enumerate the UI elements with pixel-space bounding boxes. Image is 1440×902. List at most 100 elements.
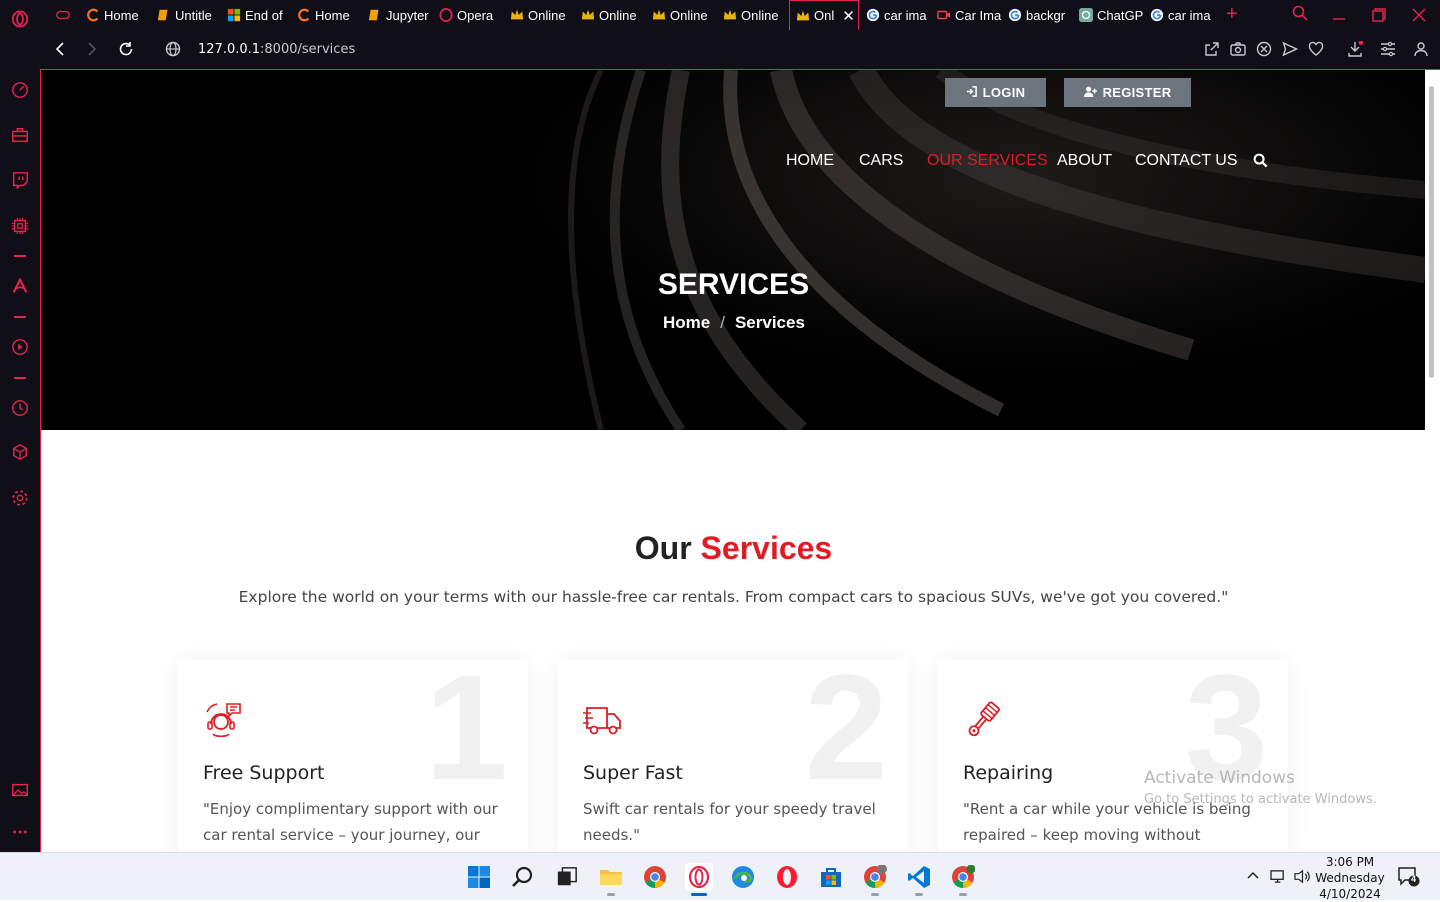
card-title: Free Support: [203, 762, 325, 784]
tab[interactable]: Online: [646, 0, 717, 30]
network-icon[interactable]: [1270, 869, 1287, 887]
url-field[interactable]: 127.0.0.1:8000/services: [198, 42, 355, 57]
tab[interactable]: car ima: [860, 0, 931, 30]
file-explorer-app[interactable]: [597, 863, 625, 896]
share-icon[interactable]: [1204, 41, 1220, 57]
login-button[interactable]: LOGIN: [945, 78, 1046, 107]
hero-banner: LOGIN REGISTER HOME CARS OUR SERVICES AB…: [41, 70, 1425, 430]
aria-icon[interactable]: [10, 276, 30, 296]
search-icon[interactable]: [1253, 153, 1269, 169]
forward-button[interactable]: [84, 41, 100, 61]
vscode-app[interactable]: [905, 863, 933, 896]
tab[interactable]: Jupyter: [362, 0, 433, 30]
twitch-icon[interactable]: [10, 170, 30, 190]
watermark-text: Go to Settings to activate Windows.: [1144, 792, 1377, 807]
gallery-icon[interactable]: [10, 780, 30, 800]
hero-background-image: [41, 70, 1425, 430]
vscode-icon: [908, 866, 930, 888]
reload-button[interactable]: [118, 41, 134, 61]
search-button[interactable]: [509, 863, 537, 891]
close-window-button[interactable]: [1412, 8, 1426, 27]
heading-plain: Our: [634, 530, 692, 566]
nav-contact-us[interactable]: CONTACT US: [1135, 152, 1238, 170]
extensions-icon[interactable]: [10, 442, 30, 462]
profile-icon[interactable]: [1413, 41, 1429, 57]
opera-app[interactable]: [773, 863, 801, 891]
scrollbar-thumb[interactable]: [1429, 86, 1434, 378]
service-card: 3 Repairing "Rent a car while your vehic…: [938, 660, 1288, 852]
system-clock[interactable]: 3:06 PM Wednesday 4/10/2024: [1308, 853, 1392, 902]
settings-icon[interactable]: [10, 488, 30, 508]
tab[interactable]: Online: [504, 0, 575, 30]
tab[interactable]: Home: [80, 0, 151, 30]
chatgpt-icon: [1079, 8, 1093, 22]
google-icon: [1008, 8, 1022, 22]
toolbox-icon[interactable]: [10, 125, 30, 145]
cpu-icon[interactable]: [10, 216, 30, 236]
task-view-button[interactable]: [553, 863, 581, 891]
page-title: SERVICES: [657, 268, 810, 301]
watermark-title: Activate Windows: [1144, 768, 1295, 788]
tab-search-icon[interactable]: [1292, 5, 1308, 26]
register-button[interactable]: REGISTER: [1064, 78, 1191, 107]
tab[interactable]: Car Ima: [931, 0, 1002, 30]
tab[interactable]: Opera: [433, 0, 504, 30]
tab-title: Online: [741, 7, 779, 23]
minimize-button[interactable]: [1332, 6, 1346, 25]
store-icon: [821, 868, 841, 887]
chrome-icon: [644, 866, 666, 888]
nav-our-services[interactable]: OUR SERVICES: [927, 152, 1048, 170]
tab[interactable]: End of: [221, 0, 291, 30]
opera-gx-app[interactable]: [685, 863, 713, 896]
page-scrollbar[interactable]: [1425, 70, 1440, 852]
more-icon[interactable]: [10, 822, 30, 842]
tab[interactable]: Online: [717, 0, 788, 30]
google-icon: [866, 8, 880, 22]
card-title: Repairing: [963, 762, 1054, 784]
close-tab-icon[interactable]: ✕: [842, 7, 855, 25]
tab-active[interactable]: Onl ✕: [789, 0, 859, 30]
player-icon[interactable]: [10, 337, 30, 357]
tab[interactable]: Untitle: [151, 0, 221, 30]
site-info-icon[interactable]: [165, 41, 181, 61]
tab-title: End of: [245, 7, 283, 23]
tab[interactable]: car ima: [1144, 0, 1215, 30]
new-tab-button[interactable]: +: [1226, 3, 1238, 26]
clock-time: 3:06 PM: [1325, 855, 1375, 869]
tab[interactable]: backgr: [1002, 0, 1073, 30]
sidebar-separator: [14, 377, 26, 379]
nav-home[interactable]: HOME: [786, 152, 834, 170]
notifications-button[interactable]: 4: [1398, 867, 1420, 890]
opera-logo-icon[interactable]: [9, 8, 31, 30]
service-card: 2 Super Fast Swift car rentals for your …: [558, 660, 908, 852]
breadcrumb: Home / Services: [663, 313, 805, 333]
breadcrumb-home-link[interactable]: Home: [663, 313, 710, 333]
downloads-icon[interactable]: [1347, 40, 1364, 57]
easy-setup-icon[interactable]: [1380, 41, 1396, 57]
nav-about[interactable]: ABOUT: [1057, 152, 1112, 170]
nav-cars[interactable]: CARS: [859, 152, 903, 170]
services-subtitle: Explore the world on your terms with our…: [238, 588, 1229, 606]
adblock-icon[interactable]: [1256, 41, 1272, 57]
crown-icon: [723, 8, 737, 22]
chrome-profile-app[interactable]: [861, 863, 889, 896]
show-hidden-icons[interactable]: [1246, 869, 1260, 886]
opera-icon: [439, 8, 453, 22]
tab[interactable]: Online: [575, 0, 646, 30]
restore-button[interactable]: [1372, 8, 1386, 27]
back-button[interactable]: [52, 41, 68, 61]
edge-app[interactable]: [729, 863, 757, 891]
camera-icon[interactable]: [1230, 41, 1246, 57]
chrome-profile-b-app[interactable]: [949, 863, 977, 896]
tab[interactable]: Home: [291, 0, 362, 30]
chrome-app[interactable]: [641, 863, 669, 891]
send-icon[interactable]: [1282, 41, 1299, 57]
speed-dial-icon[interactable]: [10, 80, 30, 100]
workspace-button[interactable]: [50, 0, 80, 30]
start-button[interactable]: [465, 863, 493, 891]
bookmark-heart-icon[interactable]: [1308, 41, 1324, 57]
heading-accent: Services: [700, 530, 833, 566]
microsoft-store-app[interactable]: [817, 863, 845, 891]
tab[interactable]: ChatGP: [1073, 0, 1144, 30]
history-icon[interactable]: [10, 398, 30, 418]
